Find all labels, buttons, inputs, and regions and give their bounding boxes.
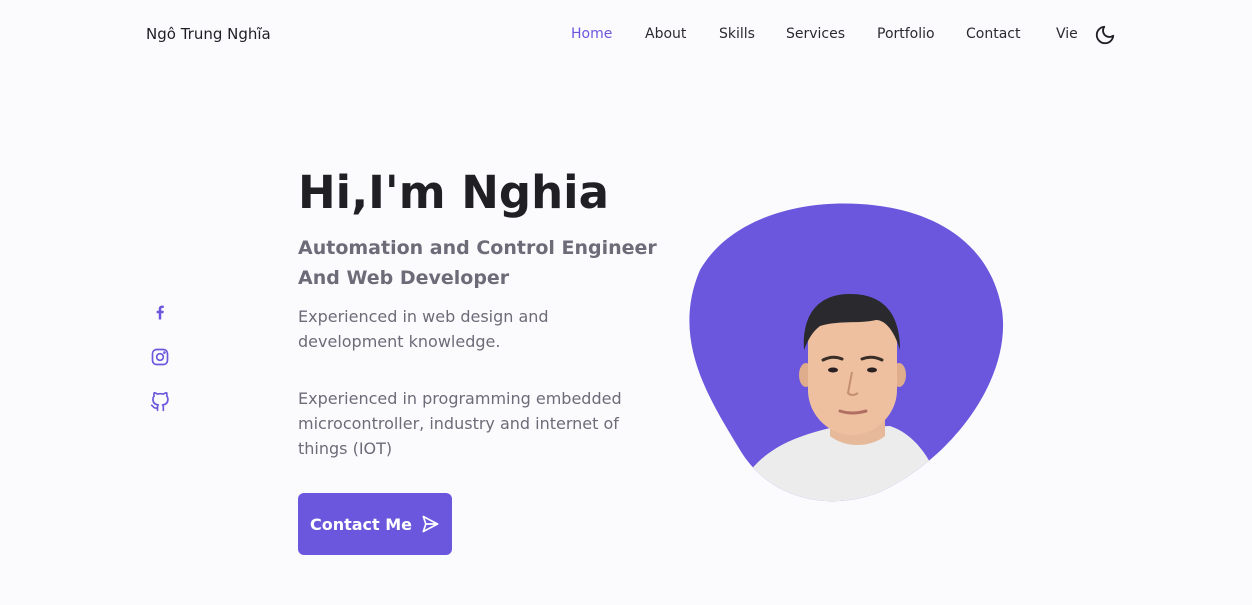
facebook-icon[interactable]: [150, 302, 170, 324]
hero-portrait: [680, 200, 1010, 510]
nav-item-about[interactable]: About: [645, 26, 686, 42]
hero-description-embedded: Experienced in programming embedded micr…: [298, 389, 622, 458]
nav-item-portfolio[interactable]: Portfolio: [877, 26, 935, 42]
site-logo[interactable]: Ngô Trung Nghĩa: [146, 25, 271, 43]
nav-item-home[interactable]: Home: [571, 26, 612, 42]
instagram-icon[interactable]: [150, 347, 170, 369]
github-icon[interactable]: [150, 391, 170, 414]
contact-me-label: Contact Me: [309, 514, 413, 534]
nav-item-services[interactable]: Services: [786, 26, 845, 42]
hero-description-web: Experienced in web design and developmen…: [298, 307, 549, 351]
nav-item-skills[interactable]: Skills: [719, 26, 755, 42]
hero-subtitle: Automation and Control Engineer And Web …: [298, 237, 657, 289]
nav-item-contact[interactable]: Contact: [966, 26, 1020, 42]
moon-icon[interactable]: [1094, 24, 1116, 46]
hero-title: Hi,I'm Nghia: [298, 166, 609, 219]
send-icon: [420, 514, 440, 534]
site-header: Ngô Trung Nghĩa Home About Skills Servic…: [0, 0, 1252, 70]
contact-me-button[interactable]: Contact Me: [298, 493, 452, 555]
language-switcher[interactable]: Vie: [1056, 26, 1080, 42]
